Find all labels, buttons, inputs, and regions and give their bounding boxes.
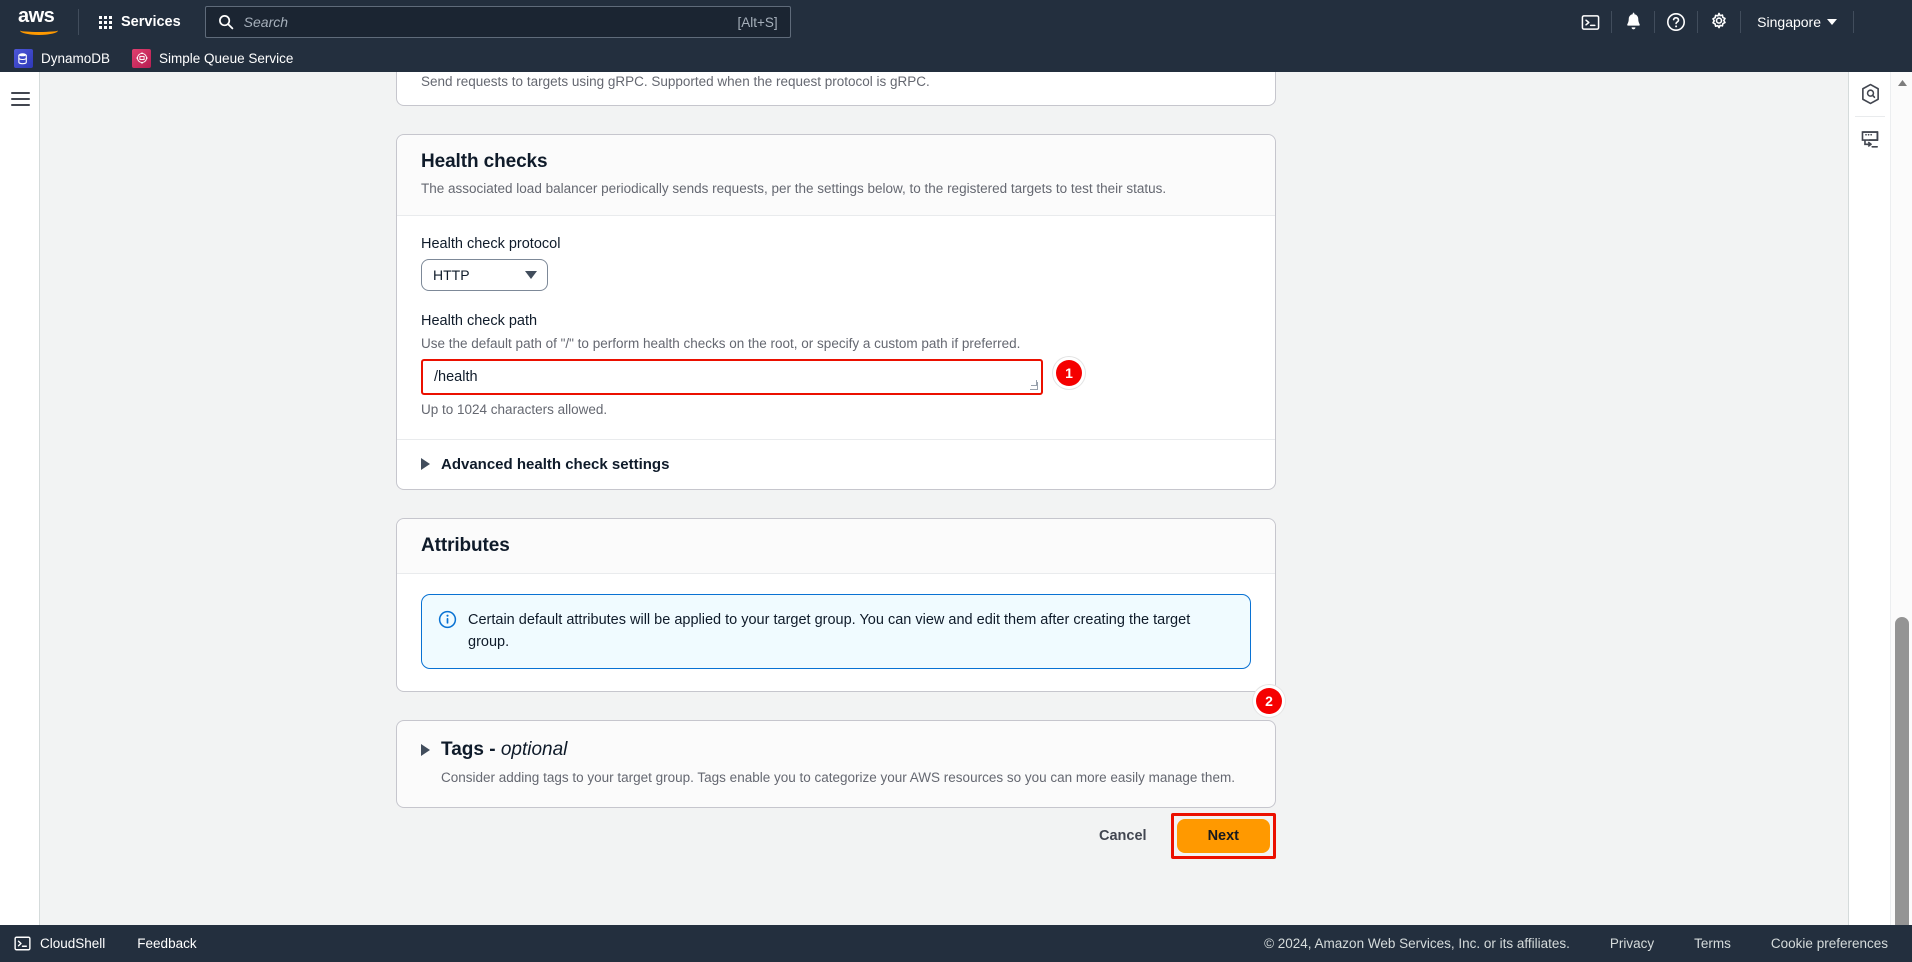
health-check-path-hint: Up to 1024 characters allowed. (421, 401, 608, 417)
grpc-partial-card: Send requests to targets using gRPC. Sup… (396, 72, 1276, 106)
chevron-down-icon (525, 270, 537, 279)
health-checks-subtitle: The associated load balancer periodicall… (421, 181, 1167, 196)
region-selector[interactable]: Singapore (1741, 0, 1853, 44)
attributes-card: Attributes Certain default attributes wi… (396, 517, 1276, 692)
chevron-right-icon (421, 743, 430, 756)
next-button-highlight: Next (1170, 813, 1276, 860)
dynamodb-icon (14, 48, 33, 68)
tags-card: Tags - optional Consider adding tags to … (396, 719, 1276, 809)
chevron-down-icon (1827, 19, 1837, 25)
health-checks-card: Health checks The associated load balanc… (396, 134, 1276, 490)
attributes-header: Attributes (397, 518, 1275, 574)
page-scrollbar[interactable] (1890, 72, 1912, 962)
health-check-path-description: Use the default path of "/" to perform h… (421, 335, 1021, 351)
footer-terms-link[interactable]: Terms (1694, 936, 1731, 951)
region-label: Singapore (1757, 14, 1821, 30)
attributes-alert-text: Certain default attributes will be appli… (468, 611, 1191, 650)
global-search-input[interactable]: Search [Alt+S] (204, 6, 791, 38)
health-check-protocol-label: Health check protocol (421, 235, 561, 252)
health-checks-title: Health checks (421, 151, 548, 172)
footer-copyright: © 2024, Amazon Web Services, Inc. or its… (1264, 936, 1570, 951)
favorite-item-dynamodb[interactable]: DynamoDB (14, 48, 120, 68)
health-check-protocol-value: HTTP (433, 266, 470, 283)
cancel-button[interactable]: Cancel (1079, 820, 1167, 852)
left-navigation-rail (0, 72, 40, 962)
footer-cloudshell-label: CloudShell (40, 936, 106, 951)
health-check-protocol-select[interactable]: HTTP (421, 258, 548, 291)
aws-logo[interactable]: aws (18, 5, 64, 37)
top-navigation-bar: aws Services Search [Alt+S] Singapore (0, 0, 1912, 44)
scrollbar-thumb[interactable] (1895, 617, 1909, 935)
attributes-body: Certain default attributes will be appli… (397, 574, 1275, 691)
footer-privacy-link[interactable]: Privacy (1610, 936, 1654, 951)
notifications-bell-icon[interactable] (1612, 0, 1654, 44)
advanced-settings-label: Advanced health check settings (441, 455, 670, 473)
settings-gear-icon[interactable] (1698, 0, 1740, 44)
scroll-up-arrow-icon[interactable] (1891, 74, 1912, 92)
health-check-path-label: Health check path (421, 312, 538, 329)
annotation-marker-1: 1 (1056, 360, 1082, 386)
cloudshell-icon (14, 936, 31, 951)
account-menu[interactable] (1854, 0, 1912, 44)
footer-cloudshell-button[interactable]: CloudShell (14, 935, 105, 952)
sqs-icon (132, 48, 152, 68)
tags-body: Tags - optional Consider adding tags to … (397, 721, 1275, 808)
footer-feedback-link[interactable]: Feedback (137, 936, 196, 951)
footer-right-group: © 2024, Amazon Web Services, Inc. or its… (1264, 936, 1888, 951)
chevron-right-icon (421, 458, 430, 471)
page-footer: CloudShell Feedback © 2024, Amazon Web S… (0, 925, 1912, 962)
nav-divider (78, 9, 79, 35)
footer-cookie-preferences-link[interactable]: Cookie preferences (1771, 936, 1888, 951)
attributes-title: Attributes (421, 534, 510, 556)
favorite-label: Simple Queue Service (159, 50, 294, 66)
search-shortcut-hint: [Alt+S] (737, 14, 778, 30)
health-check-path-value: /health (434, 368, 478, 385)
tags-toggle[interactable]: Tags - optional (421, 739, 1251, 761)
footer-left-group: CloudShell Feedback (14, 935, 197, 952)
grpc-description: Send requests to targets using gRPC. Sup… (421, 74, 930, 89)
aws-console-page: aws Services Search [Alt+S] Singapore Dy… (0, 0, 1912, 962)
next-button[interactable]: Next (1176, 819, 1270, 854)
info-circle-icon (438, 610, 457, 628)
favorite-item-sqs[interactable]: Simple Queue Service (132, 48, 303, 68)
form-actions: Cancel Next (396, 808, 1276, 864)
health-checks-body: Health check protocol HTTP Health check … (397, 216, 1275, 439)
console-toolbox-icon[interactable] (1849, 117, 1891, 161)
favorite-label: DynamoDB (41, 50, 111, 66)
services-menu-button[interactable]: Services (93, 9, 187, 35)
navigation-toggle-icon[interactable] (11, 92, 30, 110)
advanced-settings-section: Advanced health check settings (397, 438, 1275, 489)
health-check-path-input[interactable]: /health (421, 358, 1043, 395)
attributes-info-alert: Certain default attributes will be appli… (421, 593, 1251, 669)
search-placeholder: Search (243, 14, 289, 30)
form-column: Send requests to targets using gRPC. Sup… (396, 72, 1276, 864)
search-icon (218, 15, 233, 30)
cloudshell-icon[interactable] (1569, 0, 1611, 44)
grid-icon (99, 15, 112, 29)
help-icon[interactable] (1655, 0, 1697, 44)
annotation-marker-2: 2 (1256, 688, 1282, 714)
advanced-health-check-settings-toggle[interactable]: Advanced health check settings (421, 456, 1251, 473)
services-label: Services (121, 14, 181, 30)
nav-right-group: Singapore (1569, 0, 1912, 44)
security-hex-icon[interactable] (1849, 72, 1891, 116)
health-check-path-wrapper: /health (421, 358, 1043, 395)
aws-logo-text: aws (18, 5, 55, 27)
resize-handle-icon[interactable] (1030, 379, 1038, 390)
health-checks-header: Health checks The associated load balanc… (397, 135, 1275, 216)
right-tools-rail (1848, 72, 1890, 962)
tags-description: Consider adding tags to your target grou… (441, 769, 1235, 785)
main-content-area: Send requests to targets using gRPC. Sup… (40, 72, 1868, 962)
tags-title: Tags - optional (441, 738, 568, 760)
aws-logo-smile (20, 26, 58, 35)
favorites-bar: DynamoDB Simple Queue Service (0, 44, 1912, 72)
